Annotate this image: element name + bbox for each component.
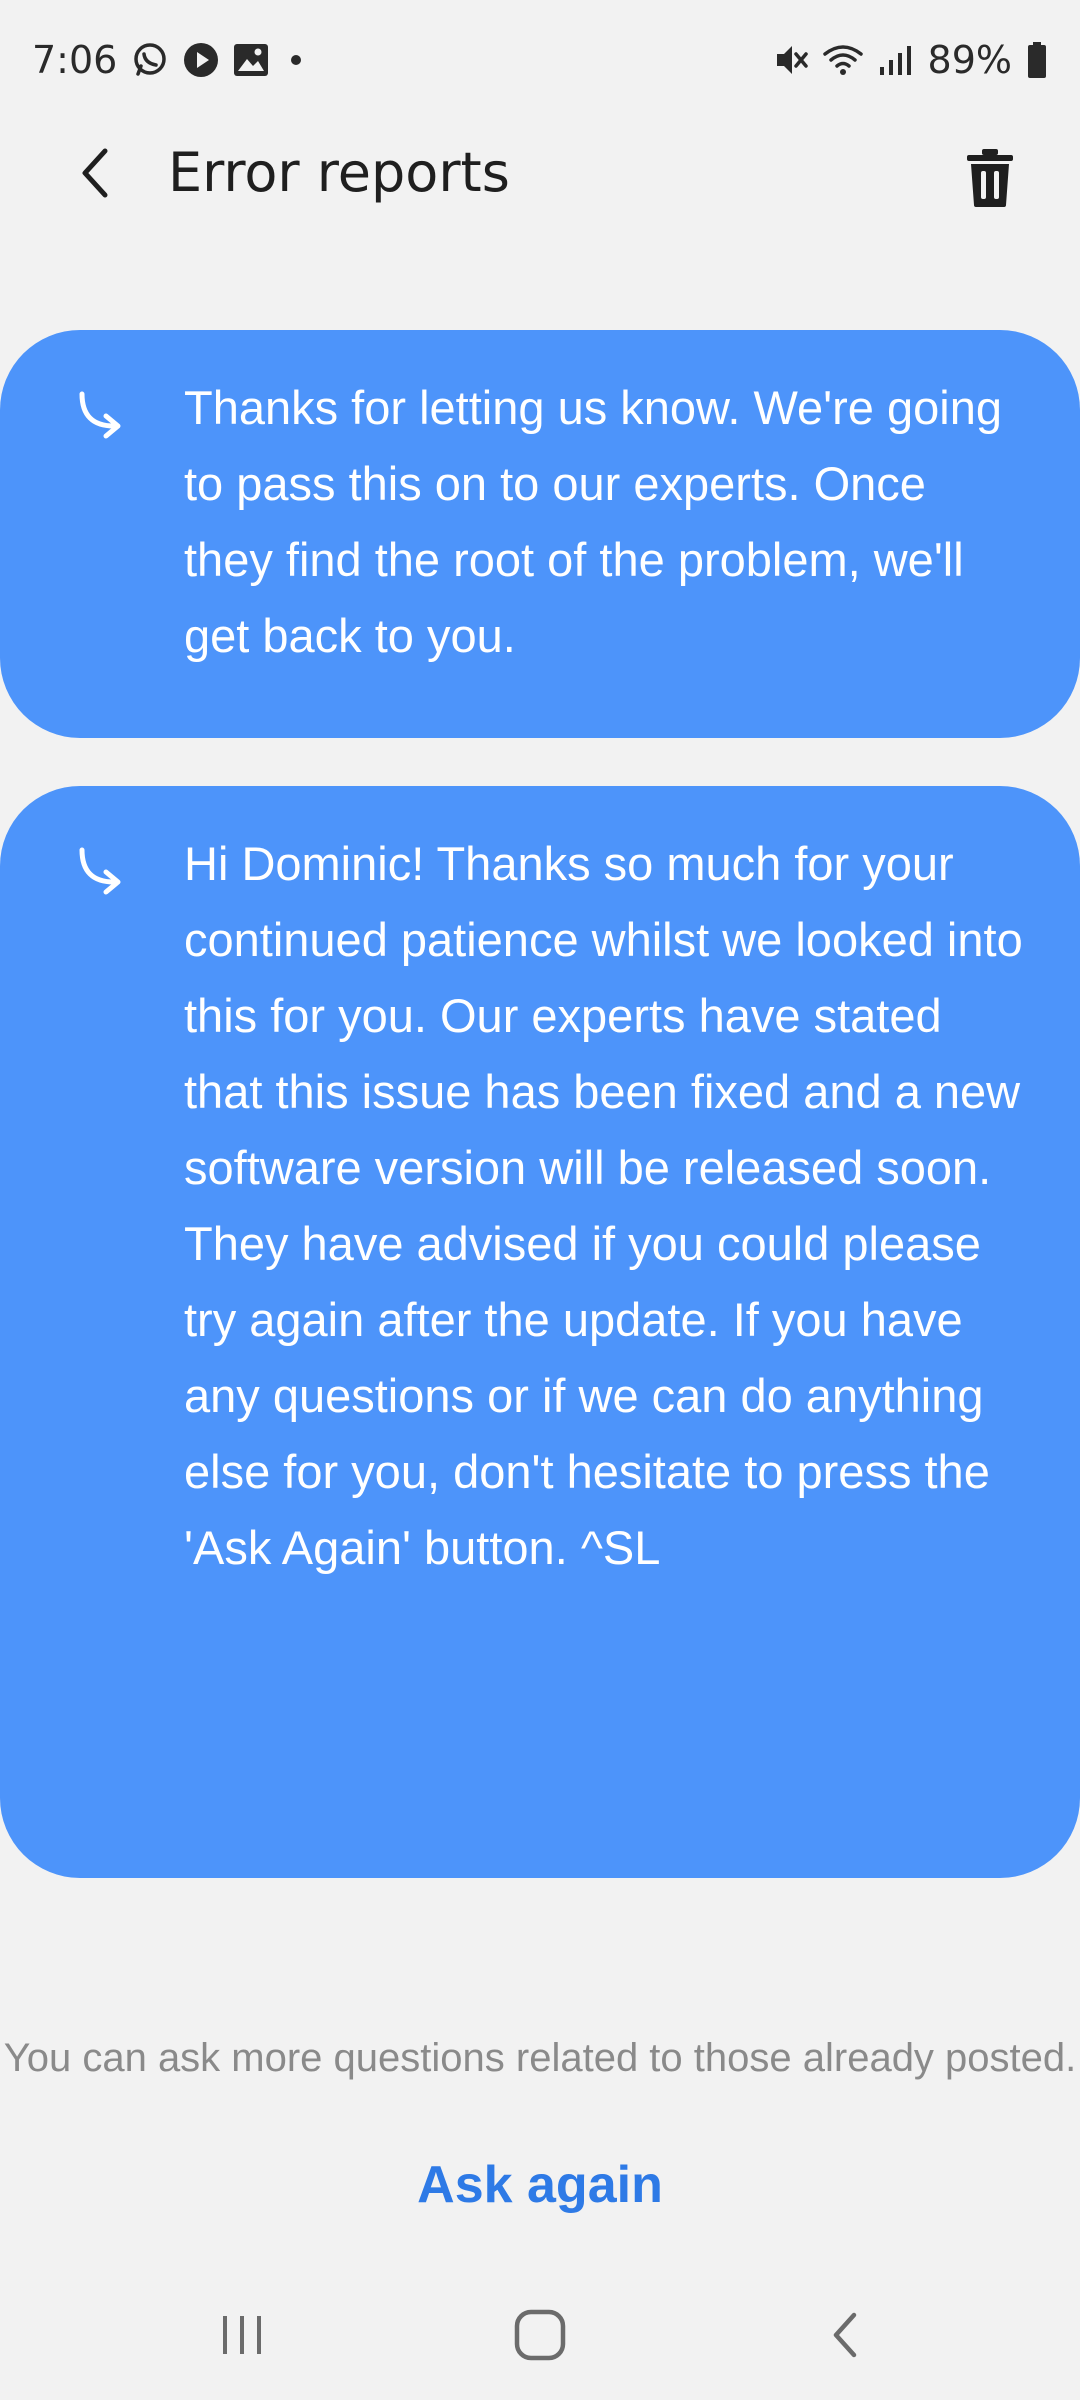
page-title: Error reports [168, 141, 510, 204]
app-bar: Error reports [0, 120, 1080, 230]
navigation-bar [0, 2270, 1080, 2400]
screen: 7:06 89% Error reports Thanks for lettin… [0, 0, 1080, 2400]
nav-back-button[interactable] [796, 2290, 896, 2380]
reply-arrow-icon [74, 844, 134, 904]
mute-icon [774, 42, 808, 78]
status-time: 7:06 [32, 38, 118, 82]
recent-apps-icon [223, 2316, 261, 2354]
back-arrow-icon [82, 148, 108, 198]
trash-icon [967, 149, 1013, 207]
message-card: Thanks for letting us know. We're going … [0, 330, 1080, 738]
status-right: 89% [774, 38, 1048, 82]
gallery-icon [233, 43, 269, 77]
ask-again-button[interactable]: Ask again [340, 2140, 740, 2230]
back-button[interactable] [60, 138, 130, 208]
notification-dot-icon [291, 55, 302, 65]
signal-icon [878, 43, 914, 77]
wifi-icon [822, 42, 864, 78]
nav-back-icon [833, 2312, 857, 2358]
delete-button[interactable] [950, 138, 1030, 218]
message-text: Hi Dominic! Thanks so much for your cont… [184, 837, 1023, 1574]
home-button[interactable] [490, 2290, 590, 2380]
play-icon [183, 42, 219, 78]
battery-icon [1026, 41, 1048, 79]
status-left: 7:06 [32, 38, 302, 82]
hint-text: You can ask more questions related to th… [3, 2036, 1077, 2080]
home-icon [514, 2309, 566, 2361]
battery-percent: 89% [927, 38, 1012, 82]
message-text: Thanks for letting us know. We're going … [184, 381, 1002, 662]
status-bar: 7:06 89% [0, 0, 1080, 120]
recent-apps-button[interactable] [192, 2290, 292, 2380]
whatsapp-icon [131, 41, 169, 79]
reply-arrow-icon [74, 388, 134, 448]
message-card: Hi Dominic! Thanks so much for your cont… [0, 786, 1080, 1878]
